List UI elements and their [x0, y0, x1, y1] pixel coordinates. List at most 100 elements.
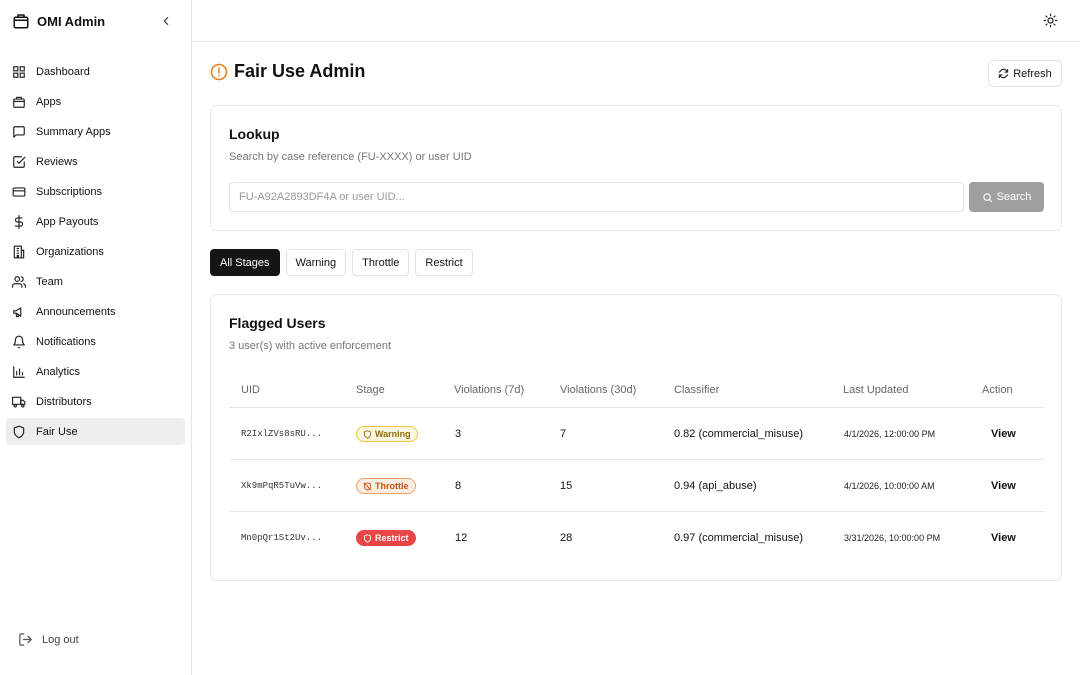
brand: OMI Admin — [12, 10, 182, 32]
uid-cell: Mn0pQr1St2Uv... — [241, 533, 323, 543]
sidebar-item-subscriptions[interactable]: Subscriptions — [6, 178, 185, 205]
view-link[interactable]: View — [991, 532, 1016, 544]
lookup-subtitle: Search by case reference (FU-XXXX) or us… — [229, 151, 472, 163]
row-divider — [229, 511, 1044, 512]
lookup-title: Lookup — [229, 126, 280, 142]
table-header-divider — [229, 407, 1044, 408]
sidebar-item-label: Analytics — [36, 365, 81, 378]
sidebar-item-label: Team — [36, 275, 63, 288]
chevron-left-icon[interactable] — [159, 14, 173, 28]
stage-filters: All Stages Warning Throttle Restrict — [210, 249, 479, 276]
col-classifier: Classifier — [674, 384, 720, 396]
flagged-title: Flagged Users — [229, 315, 326, 331]
search-button[interactable]: Search — [969, 182, 1044, 212]
sidebar-item-label: Distributors — [36, 395, 92, 408]
sidebar-item-label: Subscriptions — [36, 185, 103, 198]
sidebar-item-label: Summary Apps — [36, 125, 111, 138]
sidebar-item-label: Dashboard — [36, 65, 90, 78]
sidebar-item-distributors[interactable]: Distributors — [6, 388, 185, 415]
shield-icon — [12, 425, 26, 439]
col-last-updated: Last Updated — [843, 384, 909, 396]
refresh-button[interactable]: Refresh — [988, 60, 1062, 87]
badge-label: Warning — [375, 429, 411, 439]
violations-7d-cell: 12 — [455, 532, 468, 544]
badge-label: Throttle — [375, 481, 409, 491]
view-link[interactable]: View — [991, 428, 1016, 440]
status-badge: Throttle — [356, 478, 416, 494]
classifier-cell: 0.82 (commercial_misuse) — [674, 428, 803, 440]
logout-button[interactable]: Log out — [18, 632, 79, 647]
lookup-card: Lookup Search by case reference (FU-XXXX… — [210, 105, 1062, 231]
sidebar-nav: Dashboard Apps Summary Apps Reviews Subs… — [6, 58, 185, 448]
sidebar-item-label: Apps — [36, 95, 62, 108]
flagged-users-card: Flagged Users 3 user(s) with active enfo… — [210, 294, 1062, 581]
sun-icon[interactable] — [1043, 13, 1058, 28]
users-icon — [12, 275, 26, 289]
check-square-icon — [12, 155, 26, 169]
dollar-icon — [12, 214, 26, 229]
col-action: Action — [982, 384, 1013, 396]
sidebar-item-apps[interactable]: Apps — [6, 88, 185, 115]
last-updated-cell: 3/31/2026, 10:00:00 PM — [844, 533, 941, 543]
filter-warning[interactable]: Warning — [285, 249, 347, 276]
search-input[interactable] — [229, 182, 964, 212]
sidebar-item-dashboard[interactable]: Dashboard — [6, 58, 185, 85]
col-stage: Stage — [356, 384, 385, 396]
sidebar-item-label: Reviews — [36, 155, 78, 168]
search-label: Search — [996, 191, 1032, 203]
sidebar-item-label: Organizations — [36, 245, 104, 258]
logout-label: Log out — [42, 633, 79, 646]
last-updated-cell: 4/1/2026, 10:00:00 AM — [844, 481, 935, 491]
search-icon — [982, 192, 993, 203]
sidebar-item-app-payouts[interactable]: App Payouts — [6, 208, 185, 235]
sidebar-item-team[interactable]: Team — [6, 268, 185, 295]
badge-label: Restrict — [375, 533, 409, 543]
sidebar-item-notifications[interactable]: Notifications — [6, 328, 185, 355]
alert-circle-icon — [210, 63, 228, 81]
log-out-icon — [18, 632, 33, 647]
sidebar-item-label: Fair Use — [36, 425, 78, 438]
shield-icon — [363, 533, 372, 543]
shield-off-icon — [363, 481, 372, 491]
sidebar-item-fair-use[interactable]: Fair Use — [6, 418, 185, 445]
truck-icon — [12, 395, 26, 409]
flagged-subtitle: 3 user(s) with active enforcement — [229, 340, 392, 352]
col-uid: UID — [241, 384, 260, 396]
sidebar-item-reviews[interactable]: Reviews — [6, 148, 185, 175]
classifier-cell: 0.94 (api_abuse) — [674, 480, 757, 492]
sidebar-item-summary-apps[interactable]: Summary Apps — [6, 118, 185, 145]
bell-icon — [12, 335, 26, 349]
status-badge: Warning — [356, 426, 418, 442]
last-updated-cell: 4/1/2026, 12:00:00 PM — [844, 429, 936, 439]
violations-7d-cell: 8 — [455, 480, 462, 492]
filter-restrict[interactable]: Restrict — [415, 249, 473, 276]
page-title: Fair Use Admin — [234, 61, 366, 81]
sidebar: OMI Admin Dashboard Apps Summary Apps Re… — [0, 0, 192, 675]
refresh-label: Refresh — [1013, 67, 1052, 80]
violations-30d-cell: 28 — [560, 532, 573, 544]
classifier-cell: 0.97 (commercial_misuse) — [674, 532, 803, 544]
sidebar-item-label: Notifications — [36, 335, 96, 348]
sidebar-item-announcements[interactable]: Announcements — [6, 298, 185, 325]
violations-30d-cell: 15 — [560, 480, 573, 492]
sidebar-item-label: App Payouts — [36, 215, 99, 228]
filter-all-stages[interactable]: All Stages — [210, 249, 280, 276]
message-square-icon — [12, 125, 26, 139]
package-icon — [12, 95, 26, 109]
sidebar-item-analytics[interactable]: Analytics — [6, 358, 185, 385]
uid-cell: R2IxlZVs8sRU... — [241, 429, 323, 439]
package-icon — [12, 12, 30, 30]
view-link[interactable]: View — [991, 480, 1016, 492]
col-violations-7d: Violations (7d) — [454, 384, 525, 396]
shield-icon — [363, 429, 372, 439]
building-icon — [12, 245, 26, 259]
sidebar-item-label: Announcements — [36, 305, 116, 318]
status-badge: Restrict — [356, 530, 416, 546]
sidebar-item-organizations[interactable]: Organizations — [6, 238, 185, 265]
topbar — [192, 0, 1080, 42]
violations-7d-cell: 3 — [455, 428, 462, 440]
violations-30d-cell: 7 — [560, 428, 567, 440]
credit-card-icon — [12, 185, 26, 199]
page-header: Fair Use Admin — [210, 61, 365, 82]
filter-throttle[interactable]: Throttle — [352, 249, 410, 276]
